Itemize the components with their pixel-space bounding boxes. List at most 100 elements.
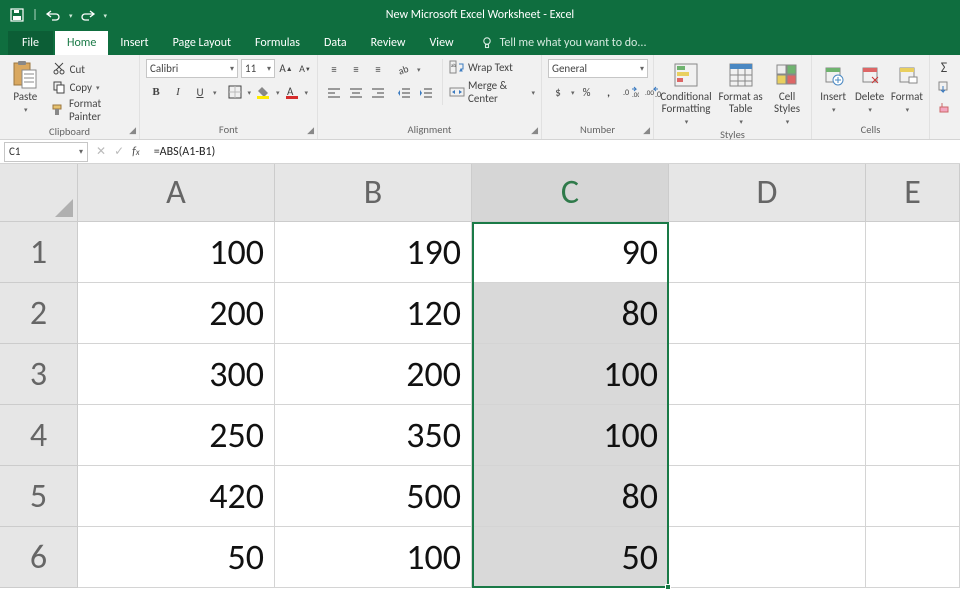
underline-button[interactable]: U bbox=[190, 82, 210, 102]
cell-styles-button[interactable]: Cell Styles ▾ bbox=[769, 59, 805, 126]
align-left-icon[interactable] bbox=[324, 83, 344, 103]
format-cells-button[interactable]: Format ▾ bbox=[891, 59, 923, 114]
percent-format-icon[interactable]: % bbox=[577, 82, 597, 102]
cell[interactable]: 200 bbox=[78, 283, 275, 344]
cell[interactable]: 420 bbox=[78, 466, 275, 527]
cell[interactable] bbox=[669, 527, 866, 588]
cell[interactable]: 50 bbox=[78, 527, 275, 588]
cell[interactable] bbox=[669, 222, 866, 283]
cell[interactable]: 50 bbox=[472, 527, 669, 588]
decrease-indent-icon[interactable] bbox=[394, 83, 414, 103]
row-header[interactable]: 1 bbox=[0, 222, 78, 283]
paste-button[interactable]: Paste ▾ bbox=[6, 59, 45, 114]
merge-center-button[interactable]: Merge & Center ▾ bbox=[449, 79, 535, 105]
align-top-icon[interactable]: ≡ bbox=[324, 59, 344, 79]
accounting-caret-icon[interactable]: ▾ bbox=[571, 88, 575, 97]
row-header[interactable]: 6 bbox=[0, 527, 78, 588]
borders-caret-icon[interactable]: ▾ bbox=[248, 88, 252, 97]
select-all-triangle[interactable] bbox=[0, 164, 78, 222]
insert-function-icon[interactable]: fx bbox=[132, 145, 140, 159]
redo-icon[interactable] bbox=[79, 6, 97, 24]
cell[interactable]: 350 bbox=[275, 405, 472, 466]
cell[interactable] bbox=[866, 527, 960, 588]
cut-button[interactable]: Cut bbox=[51, 61, 133, 77]
font-color-button[interactable]: A bbox=[282, 82, 302, 102]
cell[interactable]: 250 bbox=[78, 405, 275, 466]
cell[interactable]: 500 bbox=[275, 466, 472, 527]
tell-me-search[interactable]: Tell me what you want to do... bbox=[480, 36, 647, 55]
align-middle-icon[interactable]: ≡ bbox=[346, 59, 366, 79]
increase-font-icon[interactable]: A▲ bbox=[278, 61, 294, 77]
tab-insert[interactable]: Insert bbox=[108, 31, 160, 55]
conditional-formatting-button[interactable]: Conditional Formatting ▾ bbox=[660, 59, 712, 126]
tab-review[interactable]: Review bbox=[359, 31, 418, 55]
tab-page-layout[interactable]: Page Layout bbox=[161, 31, 243, 55]
cell[interactable] bbox=[866, 405, 960, 466]
cell[interactable]: 100 bbox=[472, 344, 669, 405]
cell[interactable]: 100 bbox=[275, 527, 472, 588]
tab-home[interactable]: Home bbox=[55, 31, 108, 55]
comma-format-icon[interactable]: , bbox=[599, 82, 619, 102]
cell[interactable]: 190 bbox=[275, 222, 472, 283]
clipboard-dialog-launcher-icon[interactable]: ◢ bbox=[129, 125, 136, 136]
tab-view[interactable]: View bbox=[418, 31, 466, 55]
autosum-icon[interactable]: Σ bbox=[936, 59, 952, 75]
cell[interactable] bbox=[866, 283, 960, 344]
formula-input[interactable]: =ABS(A1-B1) bbox=[148, 145, 960, 159]
cell[interactable]: 80 bbox=[472, 466, 669, 527]
insert-cells-button[interactable]: Insert ▾ bbox=[818, 59, 848, 114]
cancel-formula-icon[interactable]: ✕ bbox=[96, 144, 106, 159]
increase-decimal-icon[interactable]: .0.00 bbox=[621, 82, 641, 102]
column-header-a[interactable]: A bbox=[78, 164, 275, 222]
column-header-d[interactable]: D bbox=[669, 164, 866, 222]
name-box[interactable]: C1 ▾ bbox=[4, 142, 88, 162]
format-painter-button[interactable]: Format Painter bbox=[51, 97, 133, 123]
cell[interactable]: 100 bbox=[472, 405, 669, 466]
clear-icon[interactable] bbox=[936, 99, 952, 115]
row-header[interactable]: 4 bbox=[0, 405, 78, 466]
cell[interactable]: 120 bbox=[275, 283, 472, 344]
align-center-icon[interactable] bbox=[346, 83, 366, 103]
font-color-caret-icon[interactable]: ▾ bbox=[305, 88, 309, 97]
alignment-dialog-launcher-icon[interactable]: ◢ bbox=[531, 125, 538, 136]
orientation-caret-icon[interactable]: ▾ bbox=[417, 65, 421, 74]
cell[interactable] bbox=[669, 466, 866, 527]
row-header[interactable]: 2 bbox=[0, 283, 78, 344]
tab-data[interactable]: Data bbox=[312, 31, 359, 55]
borders-button[interactable] bbox=[225, 82, 245, 102]
align-bottom-icon[interactable]: ≡ bbox=[368, 59, 388, 79]
fill-color-caret-icon[interactable]: ▾ bbox=[276, 88, 280, 97]
undo-icon[interactable] bbox=[44, 6, 62, 24]
font-dialog-launcher-icon[interactable]: ◢ bbox=[307, 125, 314, 136]
number-format-select[interactable]: General▾ bbox=[548, 59, 648, 78]
cell[interactable] bbox=[669, 283, 866, 344]
enter-formula-icon[interactable]: ✓ bbox=[114, 144, 124, 159]
column-header-b[interactable]: B bbox=[275, 164, 472, 222]
format-as-table-button[interactable]: Format as Table ▾ bbox=[718, 59, 763, 126]
orientation-icon[interactable]: ab bbox=[394, 59, 414, 79]
column-header-e[interactable]: E bbox=[866, 164, 960, 222]
fill-icon[interactable] bbox=[936, 79, 952, 95]
copy-button[interactable]: Copy ▾ bbox=[51, 79, 133, 95]
fill-color-button[interactable] bbox=[253, 82, 273, 102]
tab-file[interactable]: File bbox=[8, 31, 53, 55]
cell[interactable]: 200 bbox=[275, 344, 472, 405]
align-right-icon[interactable] bbox=[368, 83, 388, 103]
row-header[interactable]: 3 bbox=[0, 344, 78, 405]
save-icon[interactable] bbox=[8, 6, 26, 24]
underline-caret-icon[interactable]: ▾ bbox=[213, 88, 217, 97]
row-header[interactable]: 5 bbox=[0, 466, 78, 527]
italic-button[interactable]: I bbox=[168, 82, 188, 102]
accounting-format-icon[interactable]: $ bbox=[548, 82, 568, 102]
cell[interactable]: 90 bbox=[472, 222, 669, 283]
wrap-text-button[interactable]: ab Wrap Text bbox=[449, 59, 535, 75]
decrease-font-icon[interactable]: A▼ bbox=[297, 61, 313, 77]
cell[interactable] bbox=[866, 344, 960, 405]
delete-cells-button[interactable]: Delete ▾ bbox=[854, 59, 884, 114]
tab-formulas[interactable]: Formulas bbox=[243, 31, 312, 55]
number-dialog-launcher-icon[interactable]: ◢ bbox=[643, 125, 650, 136]
cell[interactable] bbox=[866, 466, 960, 527]
bold-button[interactable]: B bbox=[146, 82, 166, 102]
column-header-c[interactable]: C bbox=[472, 164, 669, 222]
undo-caret-icon[interactable]: ▾ bbox=[69, 11, 73, 20]
